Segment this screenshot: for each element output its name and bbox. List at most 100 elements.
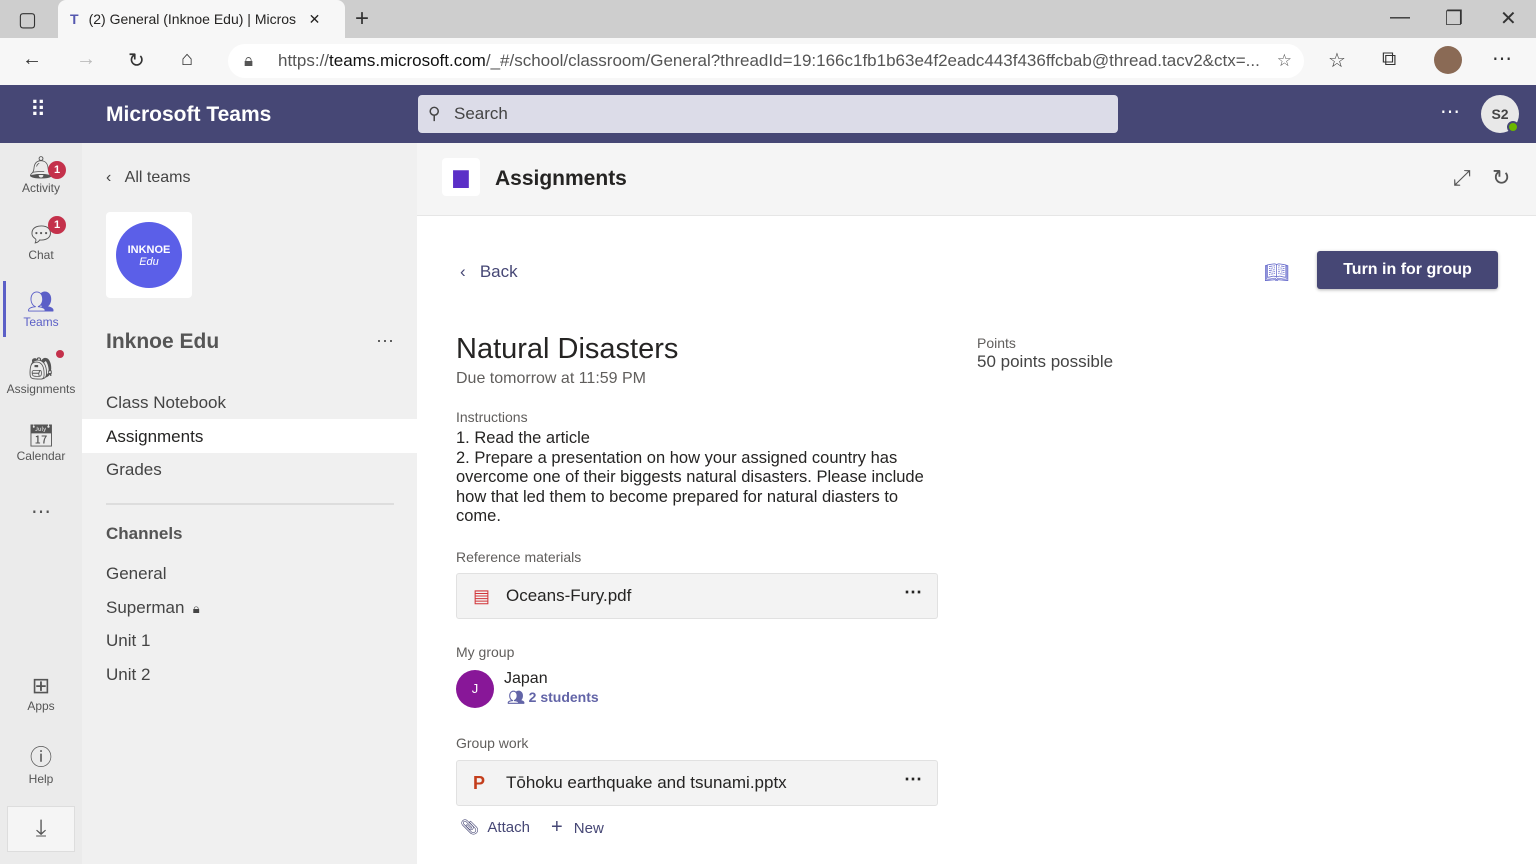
app-rail: 🔔︎ Activity 1 💬︎ Chat 1 👥︎ Teams 🎒︎ Assignment… [0,143,82,864]
instruction-2: 2. Prepare a presentation on how your as… [456,448,924,526]
close-window-icon[interactable]: ✕ [1500,6,1517,31]
close-tab-icon[interactable]: ✕ [309,11,321,28]
team-more-icon[interactable]: ⋯ [376,331,394,352]
due-date: Due tomorrow at 11:59 PM [456,370,647,387]
channel-general[interactable]: General [106,564,166,584]
rail-apps[interactable]: ⊞ Apps [0,673,82,713]
rail-label: Help [28,772,54,786]
rail-label: Calendar [16,449,66,463]
rail-label: Apps [27,699,55,713]
nav-grades[interactable]: Grades [106,460,162,480]
channel-unit-2[interactable]: Unit 2 [106,665,150,685]
active-indicator [3,281,6,337]
all-teams-link[interactable]: ‹ All teams [106,169,190,187]
more-options-icon[interactable]: ⋯ [1440,99,1460,124]
rail-chat[interactable]: 💬︎ Chat 1 [0,216,82,262]
reference-file-name: Oceans-Fury.pdf [506,586,632,605]
rail-label: Chat [28,248,54,262]
browser-menu-icon[interactable]: ⋯ [1492,46,1512,71]
reference-materials-label: Reference materials [456,549,582,565]
back-button[interactable]: ‹ Back [460,262,518,282]
reference-file-card[interactable]: ▤ Oceans-Fury.pdf ⋯ [456,573,938,619]
more-apps-icon[interactable]: ⋯ [0,499,82,524]
instruction-1: 1. Read the article [456,429,590,447]
paperclip-icon: 📎︎ [460,819,488,836]
chevron-left-icon: ‹ [106,169,125,186]
download-icon[interactable]: ⤓ [7,806,75,852]
group-work-file-card[interactable]: P Tōhoku earthquake and tsunami.pptx ⋯ [456,760,938,806]
rail-calendar[interactable]: 📅︎ Calendar [0,423,82,463]
team-panel: ‹ All teams INKNOE Edu Inknoe Edu ⋯ Class… [82,143,417,864]
channel-label: Superman [106,598,185,617]
attach-label: Attach [487,819,530,836]
refresh-icon[interactable]: ↻ [1492,165,1510,191]
points-value: 50 points possible [977,352,1114,371]
rail-help[interactable]: ⓘ Help [0,740,82,786]
expand-icon[interactable]: ⤢ [1453,165,1471,191]
nav-assignments[interactable]: Assignments [106,427,203,447]
search-icon: ⚲ [428,104,441,123]
rail-activity[interactable]: 🔔︎ Activity 1 [0,155,82,195]
tab-actions-icon[interactable]: ▢ [18,7,37,32]
group-avatar: J [456,670,494,708]
favorites-icon[interactable]: ☆ [1328,48,1346,73]
activity-badge: 1 [48,161,66,179]
url-prefix: https:// [278,51,330,70]
tab-title: (2) General (Inknoe Edu) | Micros [88,11,297,27]
rail-label: Activity [21,181,60,195]
search-placeholder: Search [454,104,508,123]
attach-button[interactable]: 📎︎ Attach [460,818,530,836]
assignment-title: Natural Disasters [456,333,679,365]
status-available-icon [1507,121,1519,133]
bell-icon: 🔔︎ [27,155,55,180]
forward-icon[interactable]: → [76,48,96,71]
group-count: 2 students [528,689,599,705]
file-more-icon[interactable]: ⋯ [904,570,923,614]
logo-text: Edu [139,256,159,268]
refresh-icon[interactable]: ↻ [128,48,145,73]
nav-class-notebook[interactable]: Class Notebook [106,393,226,413]
pptx-file-icon: P [473,773,486,793]
url-field[interactable]: 🔒︎ https://teams.microsoft.com/_#/school… [228,44,1304,78]
lock-icon: 🔒︎ [189,601,200,616]
help-icon: ⓘ [29,745,52,770]
immersive-reader-icon[interactable]: 📖︎ [1264,260,1289,285]
team-logo: INKNOE Edu [106,212,192,298]
add-favorite-icon[interactable]: ☆ [1270,44,1292,78]
search-input[interactable]: ⚲ Search [418,95,1118,133]
group-members-link[interactable]: 👥︎ 2 students [507,689,599,706]
turn-in-button[interactable]: Turn in for group [1317,251,1498,289]
group-work-file-name: Tōhoku earthquake and tsunami.pptx [506,773,787,792]
restore-icon[interactable]: ❐ [1445,6,1463,31]
home-icon[interactable]: ⌂ [181,48,193,71]
instructions-text: 1. Read the article 2. Prepare a present… [456,429,936,527]
url-path: /_#/school/classroom/General?threadId=19… [485,51,1260,70]
new-button[interactable]: + New [551,816,604,839]
back-icon[interactable]: ← [22,48,42,71]
assignments-title: Assignments [495,167,627,190]
file-more-icon[interactable]: ⋯ [904,757,923,801]
url-domain: teams.microsoft.com [329,51,486,70]
chevron-left-icon: ‹ [460,262,480,281]
new-tab-icon[interactable]: + [355,5,369,33]
unread-dot [56,350,64,358]
rail-teams[interactable]: 👥︎ Teams [0,281,82,337]
minimize-icon[interactable]: — [1390,6,1410,29]
apps-icon: ⊞ [31,673,51,698]
rail-label: Assignments [6,382,76,396]
profile-avatar[interactable] [1434,46,1462,74]
channel-unit-1[interactable]: Unit 1 [106,631,150,651]
team-name: Inknoe Edu [106,330,220,353]
lock-icon: 🔒︎ [244,51,254,70]
rail-assignments[interactable]: 🎒︎ Assignments [0,350,82,396]
group-work-label: Group work [456,735,529,751]
browser-tab[interactable]: T (2) General (Inknoe Edu) | Micros ✕ [58,0,345,38]
chat-badge: 1 [48,216,66,234]
channel-superman[interactable]: Superman 🔒︎ [106,598,200,618]
app-launcher-icon[interactable]: ⠿ [30,97,46,123]
app-name: Microsoft Teams [106,103,272,126]
channels-heading: Channels [106,524,183,543]
browser-tab-bar: ▢ T (2) General (Inknoe Edu) | Micros ✕ … [0,0,1536,38]
teams-icon: 👥︎ [27,289,55,314]
collections-icon[interactable]: ⧉ [1382,48,1396,71]
